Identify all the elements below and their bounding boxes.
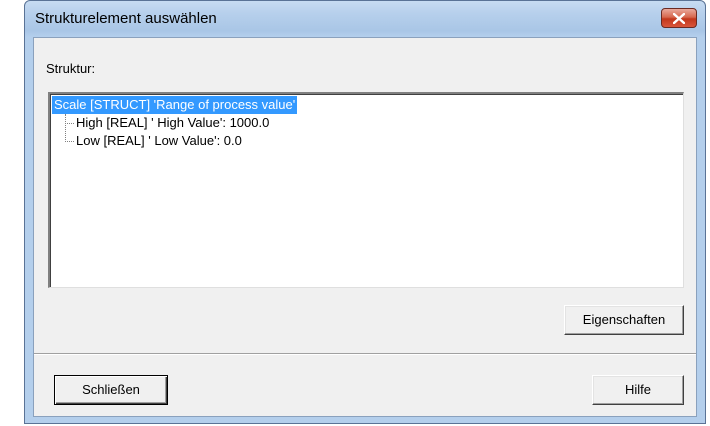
structure-tree[interactable]: Scale [STRUCT] 'Range of process value' … bbox=[48, 92, 684, 288]
close-button[interactable]: Schließen bbox=[54, 375, 168, 405]
page: Strukturelement auswählen Struktur: Scal… bbox=[0, 0, 710, 426]
help-button[interactable]: Hilfe bbox=[592, 375, 684, 405]
dialog-title: Strukturelement auswählen bbox=[35, 10, 217, 27]
tree-node-label: Low [REAL] ' Low Value': 0.0 bbox=[76, 133, 242, 148]
properties-button[interactable]: Eigenschaften bbox=[564, 305, 684, 335]
title-bar[interactable]: Strukturelement auswählen bbox=[25, 1, 705, 37]
structure-label: Struktur: bbox=[46, 61, 96, 76]
tree-node-label: High [REAL] ' High Value': 1000.0 bbox=[76, 115, 270, 130]
tree-node-low[interactable]: Low [REAL] ' Low Value': 0.0 bbox=[64, 132, 242, 150]
tree-node-high[interactable]: High [REAL] ' High Value': 1000.0 bbox=[64, 114, 269, 132]
divider bbox=[34, 353, 696, 355]
close-icon bbox=[673, 13, 685, 24]
tree-node-scale[interactable]: Scale [STRUCT] 'Range of process value' bbox=[52, 96, 298, 114]
dialog-client-area: Struktur: Scale [STRUCT] 'Range of proce… bbox=[33, 37, 697, 417]
dialog-window: Strukturelement auswählen Struktur: Scal… bbox=[24, 0, 706, 424]
tree-node-label: Scale [STRUCT] 'Range of process value' bbox=[52, 96, 298, 114]
close-window-button[interactable] bbox=[661, 8, 697, 28]
